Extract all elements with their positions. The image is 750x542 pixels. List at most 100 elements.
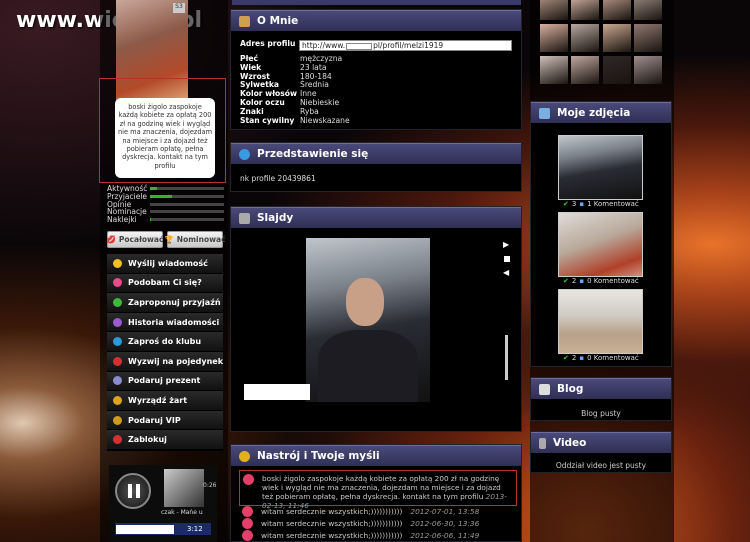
profile-url-row: Adres profilu bbox=[240, 39, 300, 49]
intro-header: Przedstawienie się bbox=[231, 143, 521, 164]
menu-item-label: Wyzwij na pojedynek bbox=[128, 356, 224, 366]
video-title: Video bbox=[553, 437, 587, 449]
mood-entry-date: 2012-06-30, 13:36 bbox=[410, 519, 480, 528]
menu-item-label: Podaruj VIP bbox=[128, 415, 181, 425]
friend-thumbnail[interactable] bbox=[571, 0, 599, 20]
album-art bbox=[164, 469, 204, 507]
intro-title: Przedstawienie się bbox=[257, 148, 369, 160]
slide-prev-icon[interactable]: ◀ bbox=[503, 268, 509, 277]
menu-item-label: Zaproponuj przyjaźń bbox=[128, 297, 221, 307]
video-panel: Video Oddział video jest pusty bbox=[530, 431, 672, 473]
friend-thumbnail[interactable] bbox=[603, 24, 631, 52]
friend-thumbnail[interactable] bbox=[540, 56, 568, 84]
blog-title: Blog bbox=[557, 383, 584, 395]
friend-thumbnail[interactable] bbox=[634, 0, 662, 20]
mood-highlight-body: boski żigolo zaspokoje każdą kobiete za … bbox=[262, 474, 501, 501]
speech-bubble-icon bbox=[239, 148, 250, 160]
slide-person bbox=[346, 278, 384, 326]
mood-highlight-text: boski żigolo zaspokoje każdą kobiete za … bbox=[262, 474, 514, 510]
slide-scrollbar[interactable] bbox=[505, 335, 508, 380]
friend-thumbnail[interactable] bbox=[571, 56, 599, 84]
menu-item-4[interactable]: Historia wiadomości bbox=[107, 312, 223, 333]
about-details: Płeć mężczyzna Wiek 23 lata Wzrost 180-184 Syl… bbox=[240, 54, 350, 125]
photo-likes: 3 bbox=[571, 200, 577, 208]
block-icon bbox=[113, 435, 122, 445]
menu-item-3[interactable]: Zaproponuj przyjaźń bbox=[107, 293, 223, 313]
globe-icon bbox=[113, 337, 122, 347]
photos-title: Moje zdjęcia bbox=[557, 107, 631, 119]
blog-empty-text: Blog pusty bbox=[581, 409, 621, 418]
menu-item-9[interactable]: Podaruj VIP bbox=[107, 410, 223, 431]
check-icon[interactable]: ✔ bbox=[563, 354, 569, 362]
menu-item-8[interactable]: Wyrządź żart bbox=[107, 391, 223, 411]
friend-thumbnail[interactable] bbox=[571, 24, 599, 52]
check-icon[interactable]: ✔ bbox=[563, 277, 569, 285]
stat-bar bbox=[150, 187, 224, 190]
friend-thumbnail[interactable] bbox=[634, 24, 662, 52]
mood-icon bbox=[239, 450, 250, 462]
url-suffix: pl/profil/melzi1919 bbox=[373, 41, 444, 50]
music-player: czak - Mańe u 0:26 3:12 bbox=[109, 465, 217, 542]
kiss-button[interactable]: 💋 Pocałować bbox=[107, 231, 163, 248]
plus-icon bbox=[113, 297, 122, 307]
menu-item-7[interactable]: Podaruj prezent bbox=[107, 371, 223, 392]
menu-item-1[interactable]: Wyślij wiadomość bbox=[107, 254, 223, 274]
lips-icon: 💋 bbox=[106, 235, 116, 244]
menu-item-label: Zablokuj bbox=[128, 435, 167, 445]
photo-comments[interactable]: 1 Komentować bbox=[587, 200, 639, 208]
smiley-icon bbox=[243, 474, 254, 485]
profile-status-bubble: boski żigolo zaspokoje każdą kobiete za … bbox=[115, 98, 215, 178]
photo-2[interactable] bbox=[558, 212, 643, 277]
joke-icon bbox=[113, 395, 122, 405]
intro-text: nk profile 20439861 bbox=[240, 174, 316, 183]
menu-item-label: Podaruj prezent bbox=[128, 376, 201, 386]
photo-1[interactable] bbox=[558, 135, 643, 200]
photo-stats: ✔ 3 ▪ 1 Komentować bbox=[563, 200, 639, 208]
nominate-button[interactable]: 🏆 Nominować bbox=[164, 231, 226, 248]
comment-icon: ▪ bbox=[579, 277, 585, 285]
nominate-button-label: Nominować bbox=[176, 235, 226, 244]
slideshow-title: Slajdy bbox=[257, 212, 294, 224]
check-icon[interactable]: ✔ bbox=[563, 200, 569, 208]
friend-thumbnail[interactable] bbox=[540, 24, 568, 52]
vip-icon bbox=[113, 415, 122, 425]
slideshow-image[interactable] bbox=[306, 238, 430, 402]
stat-bar bbox=[150, 194, 224, 198]
slide-stop-icon[interactable] bbox=[504, 256, 510, 262]
intro-panel: Przedstawienie się nk profile 20439861 bbox=[230, 142, 522, 192]
friend-thumbnail[interactable] bbox=[603, 56, 631, 84]
history-icon bbox=[113, 317, 122, 327]
redacted-box bbox=[116, 525, 174, 534]
menu-item-5[interactable]: Zaproś do klubu bbox=[107, 332, 223, 352]
duel-icon bbox=[113, 356, 122, 366]
photo-3[interactable] bbox=[558, 289, 643, 354]
mood-entry-date: 2012-07-01, 13:58 bbox=[410, 507, 480, 516]
friend-thumbnail[interactable] bbox=[540, 0, 568, 20]
video-header: Video bbox=[531, 432, 671, 453]
envelope-icon bbox=[113, 258, 122, 268]
menu-item-label: Wyślij wiadomość bbox=[128, 258, 208, 268]
slide-next-icon[interactable]: ▶ bbox=[503, 240, 509, 249]
friend-thumbnail[interactable] bbox=[634, 56, 662, 84]
menu-item-2[interactable]: Podobam Ci się? bbox=[107, 273, 223, 294]
mood-header: Nastrój i Twoje myśli bbox=[231, 445, 521, 466]
menu-item-10[interactable]: Zablokuj bbox=[107, 430, 223, 450]
stat-bar bbox=[150, 210, 224, 214]
slideshow-header: Slajdy bbox=[231, 207, 521, 228]
photos-header: Moje zdjęcia bbox=[531, 102, 671, 123]
about-title: O Mnie bbox=[257, 15, 299, 27]
photo-likes: 2 bbox=[571, 354, 577, 362]
pause-icon bbox=[128, 484, 132, 498]
mood-entry-date: 2012-06-06, 11:49 bbox=[410, 531, 480, 540]
profile-url-field[interactable]: http://www. pl/profil/melzi1919 bbox=[299, 40, 512, 51]
mood-entry-text: witam serdecznie wszystkich;))))))))))) bbox=[261, 531, 403, 540]
menu-item-6[interactable]: Wyzwij na pojedynek bbox=[107, 351, 224, 372]
friend-thumbnail[interactable] bbox=[603, 0, 631, 20]
photo-stats: ✔ 2 ▪ 0 Komentować bbox=[563, 277, 639, 285]
url-redaction bbox=[346, 42, 373, 50]
photo-comments[interactable]: 0 Komentować bbox=[587, 354, 639, 362]
photo-comments[interactable]: 0 Komentować bbox=[587, 277, 639, 285]
blog-header: Blog bbox=[531, 378, 671, 399]
about-value: Niewskazane bbox=[300, 115, 350, 125]
play-pause-button[interactable] bbox=[115, 473, 151, 509]
